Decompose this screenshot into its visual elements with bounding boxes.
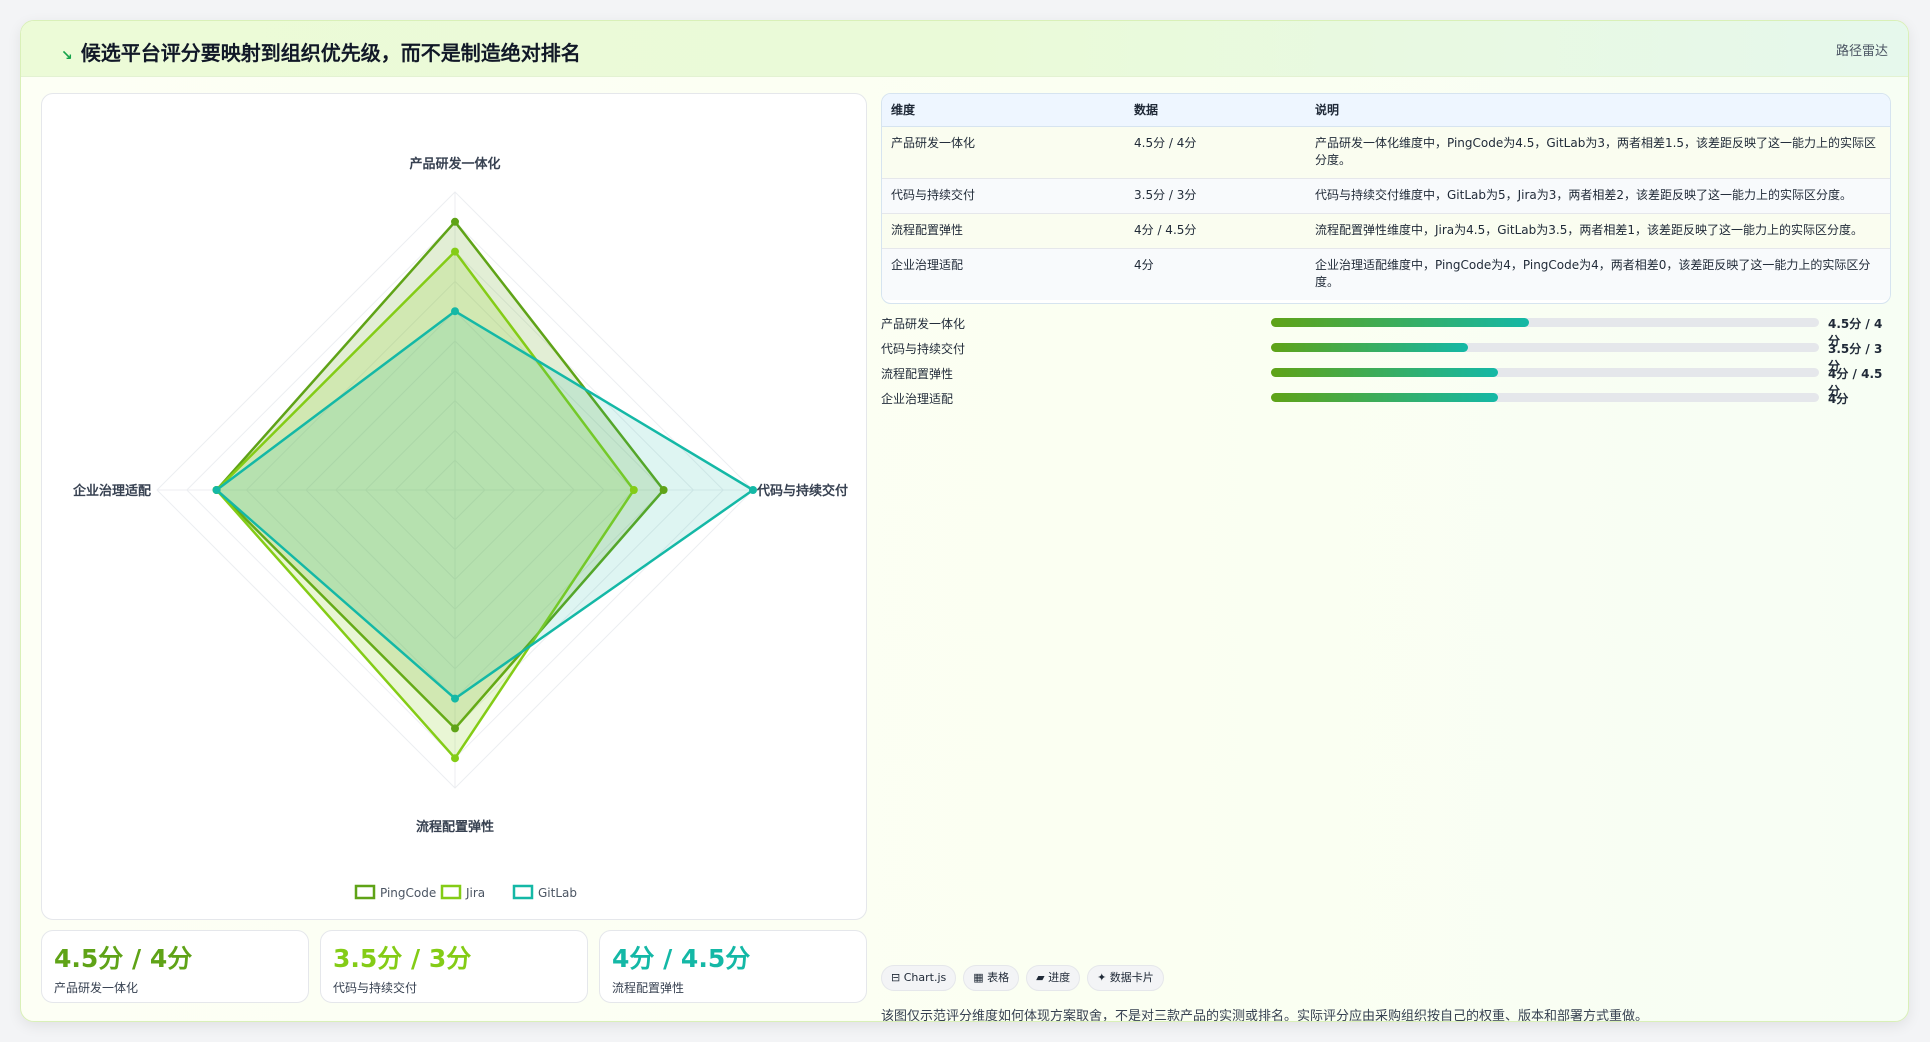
progress-fill <box>1271 393 1499 402</box>
footnote: 该图仅示范评分维度如何体现方案取舍，不是对三款产品的实测或排名。实际评分应由采购… <box>881 1009 1649 1022</box>
radar-point-jira <box>451 754 459 763</box>
table-cell-data: 4分 / 4.5分 <box>1125 213 1306 249</box>
radar-point-gitlab <box>451 694 459 703</box>
data-table: 维度 数据 说明 产品研发一体化 4.5分 / 4分 产品研发一体化维度中，Pi… <box>881 93 1891 304</box>
legend-label-jira: Jira <box>465 886 485 900</box>
progress-row: 流程配置弹性 4分 / 4.5分 <box>881 364 1891 398</box>
radar-point-gitlab <box>451 307 459 316</box>
radar-axis-label: 企业治理适配 <box>72 483 151 499</box>
radar-chart-panel: 产品研发一体化代码与持续交付流程配置弹性 企业治理适配 PingCode Jira Gi… <box>41 93 867 920</box>
progress-row: 产品研发一体化 4.5分 / 4分 <box>881 314 1891 348</box>
table-cell-dimension: 代码与持续交付 <box>882 178 1125 214</box>
radar-point-pingcode <box>451 217 459 226</box>
table-cell-description: 代码与持续交付维度中，GitLab为5，Jira为3，两者相差2，该差距反映了这… <box>1306 178 1890 214</box>
table-cell-data: 3.5分 / 3分 <box>1125 178 1306 214</box>
tag-data-cards[interactable]: ✦ 数据卡片 <box>1087 965 1164 991</box>
kpi-label: 代码与持续交付 <box>333 981 418 995</box>
tag-list: ⊟ Chart.js ▦ 表格 ▰ 进度 ✦ 数据卡片 <box>881 965 1171 991</box>
progress-fill <box>1271 318 1529 327</box>
radar-series-gitlab <box>215 309 755 700</box>
progress-track <box>1271 318 1819 327</box>
radar-point-pingcode <box>659 486 668 494</box>
table-cell-dimension: 企业治理适配 <box>882 248 1125 300</box>
table-row: 流程配置弹性 4分 / 4.5分 流程配置弹性维度中，Jira为4.5，GitL… <box>882 213 1890 249</box>
progress-row: 企业治理适配 4分 <box>881 389 1891 407</box>
radar-point-jira <box>629 486 638 494</box>
progress-track <box>1271 393 1819 402</box>
route-label: 路径雷达 <box>1835 44 1888 59</box>
table-header-data: 数据 <box>1125 94 1306 127</box>
table-cell-dimension: 流程配置弹性 <box>882 213 1125 249</box>
kpi-value: 3.5分 / 3分 <box>333 944 472 973</box>
page-title-text: 候选平台评分要映射到组织优先级，而不是制造绝对排名 <box>80 41 581 65</box>
table-cell-data: 4分 <box>1125 248 1306 300</box>
progress-label: 产品研发一体化 <box>881 317 966 331</box>
progress-label: 企业治理适配 <box>881 392 954 406</box>
radar-point-gitlab <box>212 486 221 494</box>
legend-label-pingcode: PingCode <box>380 886 436 900</box>
header-bar: ↘ 候选平台评分要映射到组织优先级，而不是制造绝对排名 路径雷达 <box>21 21 1908 77</box>
page-title: ↘ 候选平台评分要映射到组织优先级，而不是制造绝对排名 <box>61 37 581 66</box>
progress-fill <box>1271 343 1469 352</box>
legend-swatch-jira <box>440 884 462 900</box>
radar-chart: 产品研发一体化代码与持续交付流程配置弹性 企业治理适配 PingCode Jira Gi… <box>72 156 848 900</box>
kpi-label: 流程配置弹性 <box>612 981 685 995</box>
kpi-value: 4.5分 / 4分 <box>54 944 193 973</box>
tag-progress[interactable]: ▰ 进度 <box>1026 965 1081 991</box>
kpi-card: 4.5分 / 4分 产品研发一体化 <box>41 930 309 1003</box>
kpi-label: 产品研发一体化 <box>54 981 139 995</box>
trend-icon: ↘ <box>61 48 73 64</box>
radar-axis-label: 产品研发一体化 <box>409 156 500 172</box>
kpi-card: 4分 / 4.5分 流程配置弹性 <box>599 930 867 1003</box>
legend-label-gitlab: GitLab <box>538 886 577 900</box>
table-cell-description: 企业治理适配维度中，PingCode为4，PingCode为4，两者相差0，该差… <box>1306 248 1890 300</box>
progress-track <box>1271 368 1819 377</box>
radar-axis-label: 流程配置弹性 <box>416 819 494 835</box>
progress-label: 代码与持续交付 <box>881 342 966 356</box>
table-cell-description: 流程配置弹性维度中，Jira为4.5，GitLab为3.5，两者相差1，该差距反… <box>1306 213 1890 249</box>
table-cell-dimension: 产品研发一体化 <box>882 126 1125 179</box>
table-cell-data: 4.5分 / 4分 <box>1125 126 1306 179</box>
radar-point-jira <box>451 247 459 256</box>
progress-track <box>1271 343 1819 352</box>
table-row: 代码与持续交付 3.5分 / 3分 代码与持续交付维度中，GitLab为5，Ji… <box>882 178 1890 214</box>
main-card: ↘ 候选平台评分要映射到组织优先级，而不是制造绝对排名 路径雷达 产品研发一体化代… <box>20 20 1909 1022</box>
tag-table[interactable]: ▦ 表格 <box>963 965 1020 991</box>
table-cell-description: 产品研发一体化维度中，PingCode为4.5，GitLab为3，两者相差1.5… <box>1306 126 1890 179</box>
radar-point-gitlab <box>749 486 757 494</box>
progress-row: 代码与持续交付 3.5分 / 3分 <box>881 339 1891 373</box>
table-row: 产品研发一体化 4.5分 / 4分 产品研发一体化维度中，PingCode为4.… <box>882 126 1890 179</box>
tag-chartjs[interactable]: ⊟ Chart.js <box>881 965 957 991</box>
table-row: 企业治理适配 4分 企业治理适配维度中，PingCode为4，PingCode为… <box>882 248 1890 300</box>
kpi-value: 4分 / 4.5分 <box>612 944 751 973</box>
legend-swatch-gitlab <box>512 884 534 900</box>
table-header-dimension: 维度 <box>882 94 1125 127</box>
radar-point-pingcode <box>451 724 459 733</box>
progress-fill <box>1271 368 1499 377</box>
progress-label: 流程配置弹性 <box>881 367 954 381</box>
kpi-card: 3.5分 / 3分 代码与持续交付 <box>320 930 588 1003</box>
progress-value: 4分 <box>1828 392 1849 406</box>
table-header-description: 说明 <box>1306 94 1890 127</box>
legend-swatch-pingcode <box>354 884 376 900</box>
radar-axis-label: 代码与持续交付 <box>756 483 848 499</box>
